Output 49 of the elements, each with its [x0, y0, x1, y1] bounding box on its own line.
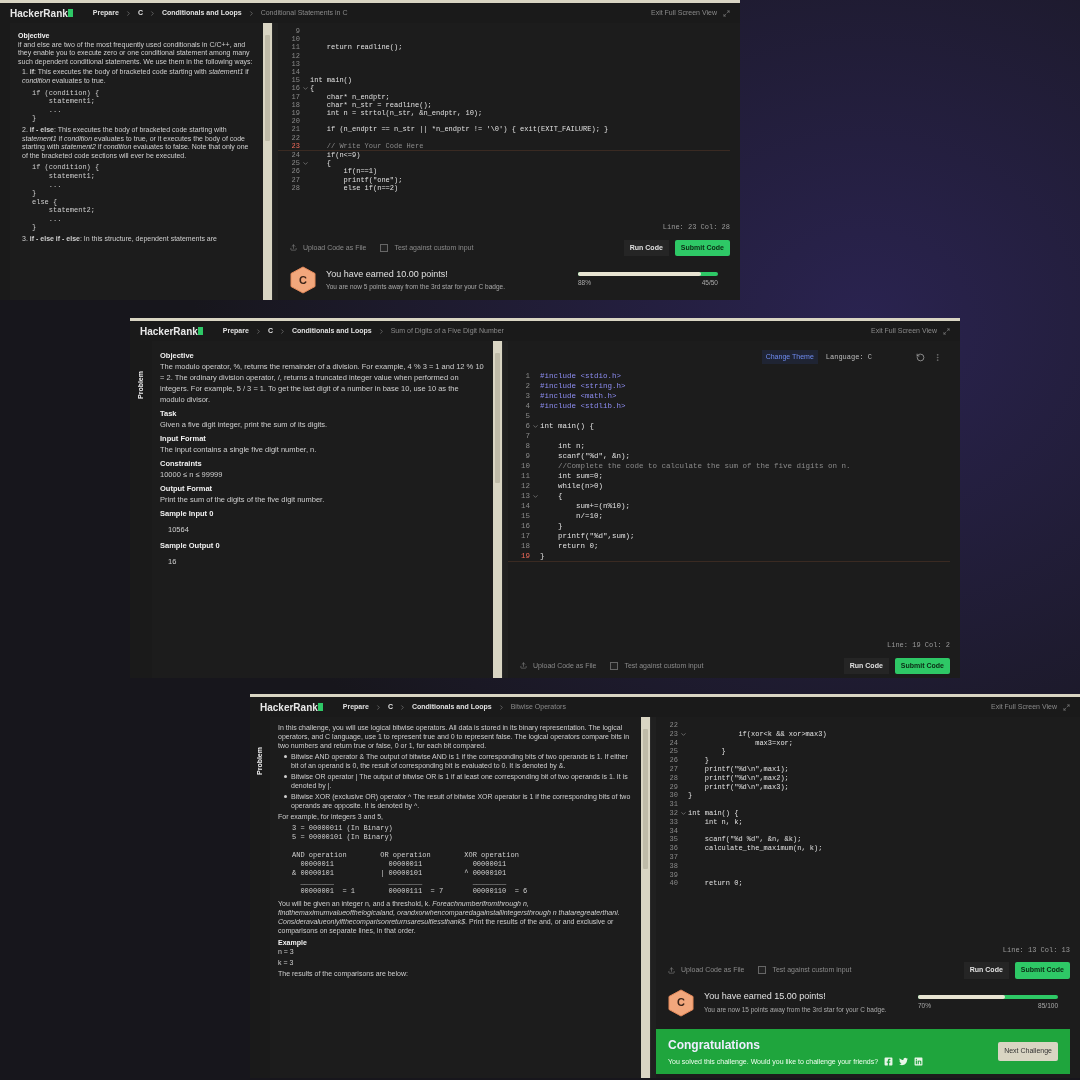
bullet-icon: [284, 755, 287, 758]
fold-icon[interactable]: [301, 159, 309, 167]
checkbox[interactable]: [758, 966, 767, 975]
logo-mark-icon: [197, 327, 203, 335]
congratulations-title: Congratulations: [668, 1036, 761, 1054]
bullet-icon: [284, 775, 287, 778]
scrollbar[interactable]: [493, 341, 502, 678]
facebook-icon[interactable]: [884, 1057, 894, 1067]
logo-mark-icon: [67, 9, 73, 17]
checkbox[interactable]: [610, 661, 619, 670]
chevron-icon: [497, 703, 505, 711]
fold-icon[interactable]: [679, 809, 687, 817]
chevron-icon: [247, 9, 255, 17]
expand-icon[interactable]: [723, 9, 730, 17]
fold-icon[interactable]: [301, 85, 309, 92]
points-message: You have earned 15.00 points!: [704, 990, 827, 1004]
logo[interactable]: HackerRank: [140, 323, 198, 339]
scrollbar[interactable]: [641, 717, 650, 1078]
logo-mark-icon: [317, 703, 323, 711]
expand-icon[interactable]: [943, 327, 950, 335]
badge-letter: C: [677, 995, 685, 1011]
fold-icon[interactable]: [679, 730, 687, 738]
bullet-icon: [284, 795, 287, 798]
logo[interactable]: HackerRank: [10, 5, 68, 21]
reset-icon[interactable]: [916, 352, 925, 362]
more-icon[interactable]: [933, 352, 942, 362]
scrollbar-thumb[interactable]: [265, 35, 270, 141]
badge-letter: C: [299, 272, 307, 288]
twitter-icon[interactable]: [899, 1057, 909, 1067]
scrollbar-thumb[interactable]: [643, 729, 648, 869]
checkbox[interactable]: [380, 243, 389, 252]
points-message: You have earned 10.00 points!: [326, 267, 449, 281]
chevron-icon: [374, 703, 382, 711]
chevron-icon: [148, 9, 156, 17]
scrollbar[interactable]: [263, 23, 272, 300]
chevron-icon: [278, 327, 286, 335]
chevron-icon: [124, 9, 132, 17]
upload-icon: [668, 966, 675, 974]
scrollbar-thumb[interactable]: [495, 353, 500, 483]
expand-icon[interactable]: [1063, 703, 1070, 711]
logo[interactable]: HackerRank: [260, 699, 318, 715]
upload-icon: [520, 662, 527, 670]
chevron-icon: [377, 327, 385, 335]
fold-icon[interactable]: [531, 422, 539, 430]
chevron-icon: [398, 703, 406, 711]
fold-icon[interactable]: [531, 492, 539, 500]
upload-icon: [290, 244, 297, 252]
chevron-icon: [254, 327, 262, 335]
linkedin-icon[interactable]: [914, 1057, 924, 1067]
